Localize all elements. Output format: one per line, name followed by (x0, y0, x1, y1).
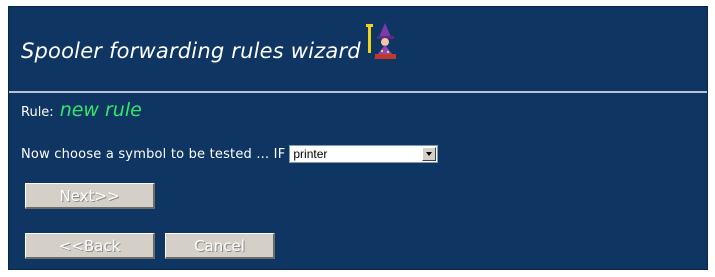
symbol-select[interactable]: printer (289, 145, 439, 163)
rule-name: new rule (59, 99, 142, 121)
header-divider (9, 91, 707, 93)
chevron-down-icon[interactable] (422, 147, 437, 161)
title-row: Spooler forwarding rules wizard (21, 23, 399, 73)
back-button[interactable]: <<Back (25, 233, 155, 259)
rule-label: Rule: (21, 105, 54, 120)
rule-row: Rule: new rule (21, 99, 142, 121)
wizard-title: Spooler forwarding rules wizard (21, 39, 361, 63)
next-button[interactable]: Next>> (25, 183, 155, 209)
symbol-select-value: printer (293, 147, 328, 161)
cancel-button[interactable]: Cancel (165, 233, 275, 259)
prompt-text: Now choose a symbol to be tested ... IF (21, 146, 286, 162)
wizard-panel: Spooler forwarding rules wizard Rule: ne (8, 6, 708, 270)
prompt-row: Now choose a symbol to be tested ... IF … (21, 145, 439, 163)
wizard-icon (365, 21, 399, 61)
